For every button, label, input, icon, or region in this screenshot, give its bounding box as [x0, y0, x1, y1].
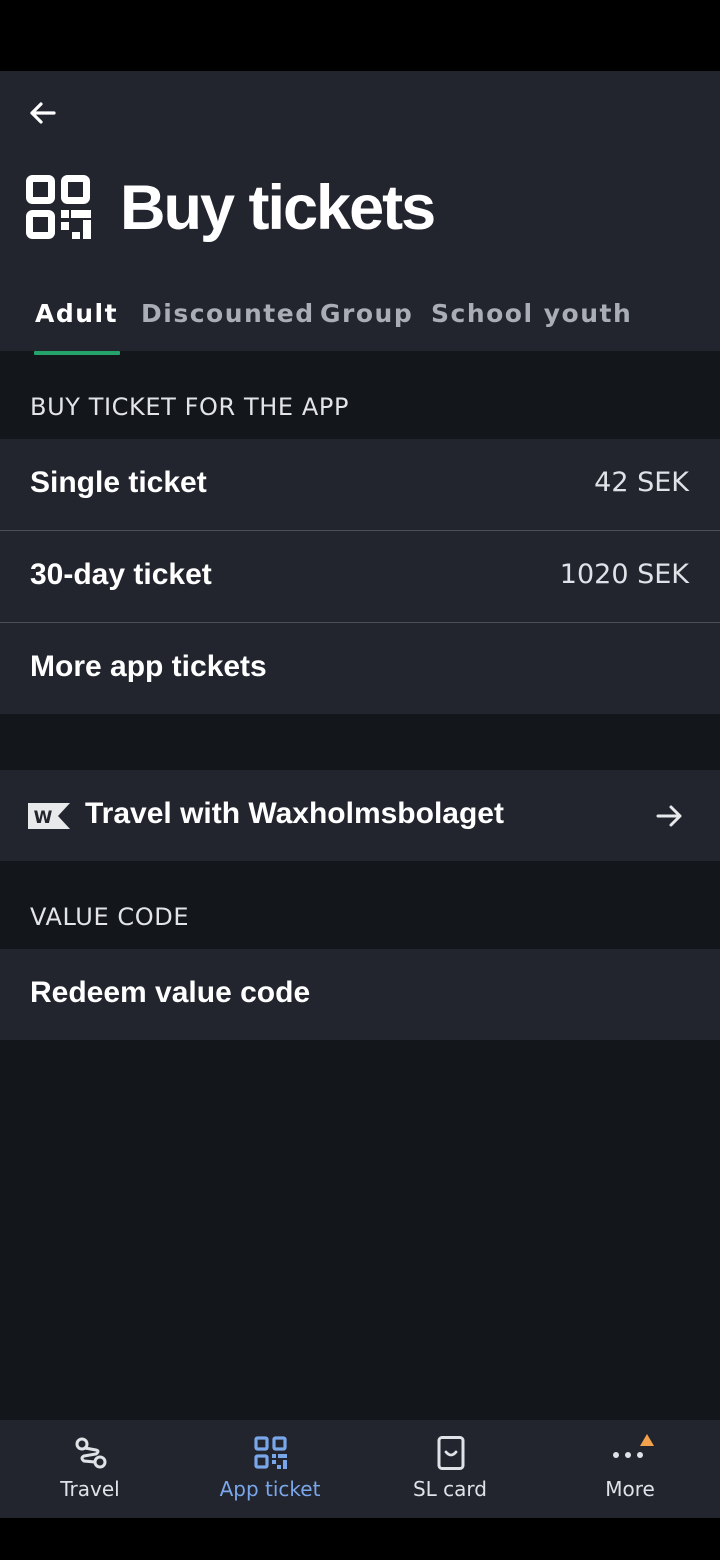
nav-app-ticket[interactable]: App ticket — [180, 1420, 360, 1518]
nav-more[interactable]: More — [540, 1420, 720, 1518]
tab-adult[interactable]: Adult — [33, 299, 121, 355]
app-screen: Buy tickets Adult Discounted Group Schoo… — [0, 71, 720, 1518]
section-label-value-code: VALUE CODE — [30, 903, 190, 931]
nav-label: More — [605, 1477, 655, 1501]
nav-label: Travel — [60, 1477, 120, 1501]
qr-code-icon — [26, 175, 91, 239]
nav-sl-card[interactable]: SL card — [360, 1420, 540, 1518]
arrow-left-icon — [30, 102, 56, 124]
header: Buy tickets Adult Discounted Group Schoo… — [0, 71, 720, 355]
ticket-price: 42 SEK — [594, 467, 689, 498]
system-navigation-bar — [0, 1518, 720, 1560]
back-button[interactable] — [22, 95, 62, 131]
redeem-label: Redeem value code — [30, 976, 311, 1009]
nav-label: App ticket — [219, 1477, 321, 1501]
status-bar — [0, 0, 720, 71]
tab-group[interactable]: Group — [320, 299, 413, 349]
tab-discounted[interactable]: Discounted — [141, 299, 315, 349]
notification-triangle-icon — [640, 1434, 654, 1446]
ticket-title: 30-day ticket — [30, 558, 212, 591]
nav-travel[interactable]: Travel — [0, 1420, 180, 1518]
qr-code-icon — [254, 1436, 287, 1469]
waxholmsbolaget-row[interactable]: W Travel with Waxholmsbolaget — [0, 770, 720, 861]
thirty-day-ticket-row[interactable]: 30-day ticket 1020 SEK — [0, 531, 720, 622]
redeem-value-code-row[interactable]: Redeem value code — [0, 949, 720, 1040]
tab-school-youth[interactable]: School youth — [431, 299, 632, 349]
ticket-title: More app tickets — [30, 650, 267, 683]
bottom-navigation: Travel App ticket SL card More — [0, 1420, 720, 1518]
section-label-app-tickets: BUY TICKET FOR THE APP — [30, 393, 350, 421]
more-app-tickets-row[interactable]: More app tickets — [0, 623, 720, 714]
card-icon — [437, 1436, 465, 1470]
waxholmsbolaget-logo-icon: W — [28, 803, 70, 829]
waxholm-label: Travel with Waxholmsbolaget — [85, 797, 504, 830]
logo-letter: W — [34, 808, 53, 828]
arrow-right-icon — [656, 805, 682, 827]
ticket-title: Single ticket — [30, 466, 207, 499]
nav-label: SL card — [412, 1477, 487, 1501]
route-icon — [75, 1437, 107, 1469]
single-ticket-row[interactable]: Single ticket 42 SEK — [0, 439, 720, 530]
ticket-price: 1020 SEK — [559, 559, 689, 590]
ticket-type-tabs: Adult Discounted Group School youth — [0, 293, 720, 355]
page-title: Buy tickets — [120, 173, 436, 243]
